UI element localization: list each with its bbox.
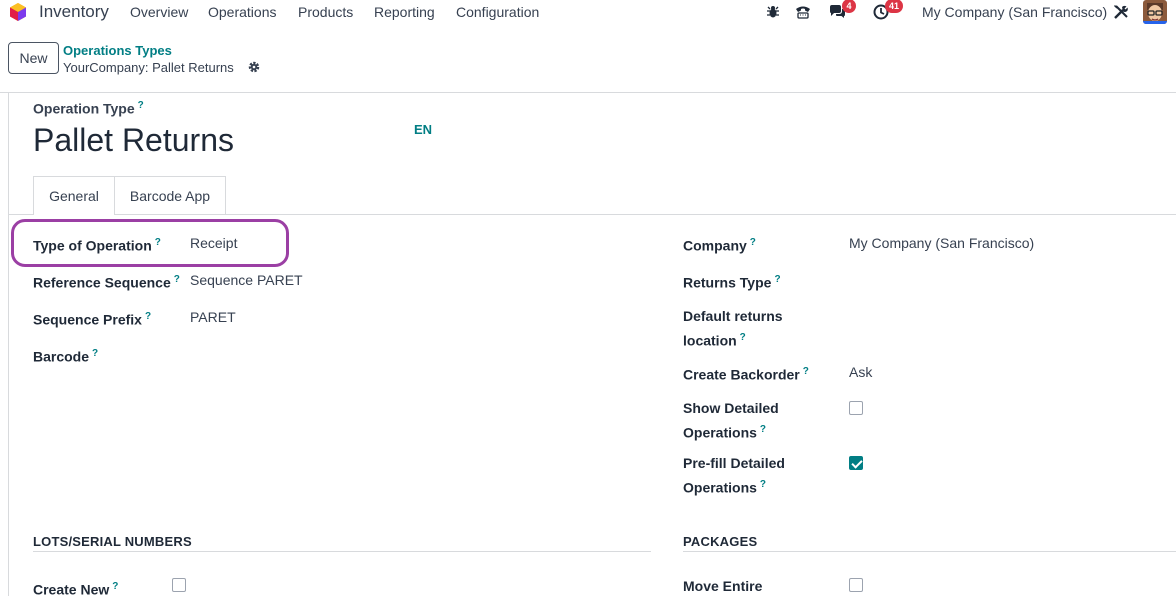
default-returns-location-label: Default returns location? xyxy=(683,308,783,349)
barcode-label: Barcode? xyxy=(33,348,99,365)
sequence-prefix-label: Sequence Prefix? xyxy=(33,311,152,328)
show-detailed-operations-checkbox[interactable] xyxy=(849,401,863,415)
control-panel-divider xyxy=(0,92,1176,93)
menu-operations[interactable]: Operations xyxy=(208,4,276,20)
company-switcher[interactable]: My Company (San Francisco) xyxy=(922,4,1107,20)
menu-products[interactable]: Products xyxy=(298,4,353,20)
messages-count-badge: 4 xyxy=(842,0,856,13)
form-sheet-border xyxy=(8,93,9,596)
company-value[interactable]: My Company (San Francisco) xyxy=(849,233,1034,254)
menu-reporting[interactable]: Reporting xyxy=(374,4,435,20)
help-icon[interactable]: ? xyxy=(760,479,766,490)
record-title[interactable]: Pallet Returns xyxy=(33,122,234,159)
move-entire-checkbox[interactable] xyxy=(849,578,863,592)
sequence-prefix-value[interactable]: PARET xyxy=(190,307,236,328)
help-icon[interactable]: ? xyxy=(750,237,756,248)
reference-sequence-label: Reference Sequence? xyxy=(33,274,180,291)
prefill-detailed-operations-checkbox[interactable] xyxy=(849,456,863,470)
help-icon[interactable]: ? xyxy=(803,366,809,377)
app-name[interactable]: Inventory xyxy=(39,2,109,22)
tab-general[interactable]: General xyxy=(33,176,115,215)
help-icon[interactable]: ? xyxy=(155,237,161,248)
lots-section-divider xyxy=(33,551,651,552)
move-entire-label: Move Entire xyxy=(683,578,763,594)
returns-type-label: Returns Type? xyxy=(683,274,781,291)
help-icon[interactable]: ? xyxy=(760,424,766,435)
help-icon[interactable]: ? xyxy=(774,274,780,285)
top-navbar: Inventory Overview Operations Products R… xyxy=(0,0,1176,24)
default-returns-location-input[interactable] xyxy=(849,307,1099,328)
lots-section-title: LOTS/SERIAL NUMBERS xyxy=(33,534,192,549)
help-icon[interactable]: ? xyxy=(740,332,746,343)
tools-icon[interactable] xyxy=(1110,1,1132,23)
type-of-operation-label: Type of Operation? xyxy=(33,237,161,254)
language-button[interactable]: EN xyxy=(414,122,432,137)
gear-icon[interactable] xyxy=(247,60,261,74)
reference-sequence-value[interactable]: Sequence PARET xyxy=(190,270,303,291)
bug-icon[interactable] xyxy=(762,1,784,23)
create-new-label: Create New? xyxy=(33,581,119,596)
help-icon[interactable]: ? xyxy=(92,348,98,359)
breadcrumb-operations-types[interactable]: Operations Types xyxy=(63,43,172,58)
help-icon[interactable]: ? xyxy=(138,100,144,111)
operation-type-label: Operation Type? xyxy=(33,100,144,117)
show-detailed-operations-label: Show Detailed Operations? xyxy=(683,400,779,441)
user-avatar[interactable] xyxy=(1143,0,1167,24)
packages-section-divider xyxy=(683,551,1176,552)
type-of-operation-value[interactable]: Receipt xyxy=(190,233,237,254)
help-icon[interactable]: ? xyxy=(112,581,118,592)
help-icon[interactable]: ? xyxy=(145,311,151,322)
returns-type-input[interactable] xyxy=(849,270,1099,291)
company-label: Company? xyxy=(683,237,756,254)
prefill-detailed-operations-label: Pre-fill Detailed Operations? xyxy=(683,455,785,496)
packages-section-title: PACKAGES xyxy=(683,534,758,549)
new-button[interactable]: New xyxy=(8,42,59,74)
barcode-input[interactable] xyxy=(190,344,390,365)
create-backorder-value[interactable]: Ask xyxy=(849,362,872,383)
create-backorder-label: Create Backorder? xyxy=(683,366,809,383)
help-icon[interactable]: ? xyxy=(174,274,180,285)
menu-configuration[interactable]: Configuration xyxy=(456,4,539,20)
tab-barcode-app[interactable]: Barcode App xyxy=(115,176,226,215)
activities-count-badge: 41 xyxy=(885,0,904,13)
phone-icon[interactable] xyxy=(792,1,814,23)
inventory-app-icon[interactable] xyxy=(8,2,28,22)
tabs-divider xyxy=(9,214,1176,215)
create-new-checkbox[interactable] xyxy=(172,578,186,592)
menu-overview[interactable]: Overview xyxy=(130,4,188,20)
breadcrumb-current-record: YourCompany: Pallet Returns xyxy=(63,60,234,75)
